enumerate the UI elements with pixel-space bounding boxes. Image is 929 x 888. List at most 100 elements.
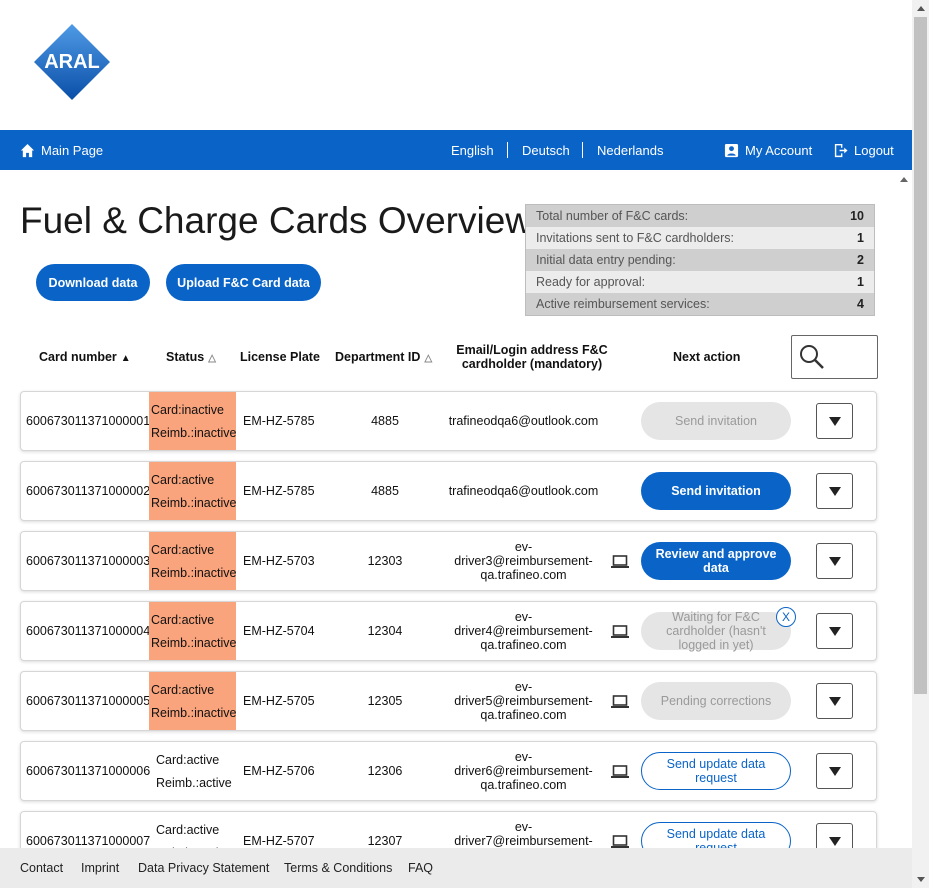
card-status: Card:active (151, 542, 215, 557)
search-input[interactable] (791, 335, 878, 379)
footer-link-contact[interactable]: Contact (20, 861, 63, 875)
department-id: 4885 (371, 414, 399, 428)
card-number: 600673011371000006 (26, 764, 151, 778)
download-data-button[interactable]: Download data (36, 264, 150, 301)
card-number: 600673011371000002 (26, 484, 151, 498)
chevron-down-icon (828, 696, 841, 706)
next-action-button[interactable]: Send invitation (641, 402, 791, 440)
reimbursement-status: Reimb.:inactive (151, 705, 237, 720)
my-account-link[interactable]: My Account (724, 130, 812, 170)
card-status: Card:active (156, 822, 220, 837)
card-status: Card:active (156, 752, 220, 767)
stat-row: Invitations sent to F&C cardholders: 1 (526, 227, 874, 249)
language-nederlands[interactable]: Nederlands (597, 130, 664, 170)
row-expand-button[interactable] (816, 753, 853, 789)
stat-label: Invitations sent to F&C cardholders: (536, 231, 735, 245)
home-icon (20, 143, 35, 157)
main-page-link[interactable]: Main Page (20, 130, 103, 170)
scrollbar-thumb[interactable] (914, 17, 927, 694)
email-address: trafineodqa6@outlook.com (448, 484, 599, 498)
close-icon[interactable]: X (776, 607, 796, 627)
search-icon (800, 345, 824, 369)
next-action-button[interactable]: Send invitation (641, 472, 791, 510)
upload-card-data-button[interactable]: Upload F&C Card data (166, 264, 321, 301)
table-row: 600673011371000005 Card:active Reimb.:inac… (20, 671, 877, 731)
card-status: Card:active (151, 612, 215, 627)
header-next-action: Next action (673, 350, 741, 364)
email-address: ev-driver6@reimbursement-qa.trafineo.com (454, 750, 593, 792)
card-number: 600673011371000004 (26, 624, 151, 638)
footer-link-terms[interactable]: Terms & Conditions (284, 861, 392, 875)
content-scroll-up-arrow[interactable] (896, 172, 912, 186)
status-cell: Card:active Reimb.:inactive (149, 532, 236, 590)
table-row: 600673011371000003 Card:active Reimb.:inac… (20, 531, 877, 591)
email-address: trafineodqa6@outlook.com (448, 414, 599, 428)
card-status: Card:active (151, 472, 215, 487)
scrollbar-up-arrow[interactable] (912, 0, 929, 17)
next-action-button[interactable]: Pending corrections (641, 682, 791, 720)
stat-label: Active reimbursement services: (536, 297, 710, 311)
stat-label: Total number of F&C cards: (536, 209, 689, 223)
next-action-button[interactable]: Review and approve data (641, 542, 791, 580)
stat-value: 1 (857, 275, 864, 289)
sort-inactive-icon: △ (424, 353, 433, 364)
footer-link-imprint[interactable]: Imprint (81, 861, 119, 875)
license-plate: EM-HZ-5703 (243, 554, 315, 568)
department-id: 12305 (367, 694, 403, 708)
chevron-down-icon (828, 556, 841, 566)
table-row: 600673011371000002 Card:active Reimb.:inac… (20, 461, 877, 521)
card-number: 600673011371000005 (26, 694, 151, 708)
row-expand-button[interactable] (816, 683, 853, 719)
account-icon (724, 143, 739, 157)
stat-value: 1 (857, 231, 864, 245)
status-cell: Card:active Reimb.:inactive (149, 672, 236, 730)
stats-summary: Total number of F&C cards: 10 Invitations… (525, 204, 875, 316)
status-cell: Card:active Reimb.:inactive (149, 602, 236, 660)
nav-separator (507, 142, 508, 158)
footer-link-faq[interactable]: FAQ (408, 861, 433, 875)
language-deutsch[interactable]: Deutsch (522, 130, 570, 170)
header-status-label: Status (166, 350, 205, 364)
logout-icon (834, 143, 848, 157)
department-id: 4885 (371, 484, 399, 498)
row-expand-button[interactable] (816, 543, 853, 579)
logout-link[interactable]: Logout (833, 130, 894, 170)
top-navigation: Main Page English Deutsch Nederlands My … (0, 130, 912, 170)
header-status[interactable]: Status △ (166, 350, 216, 364)
language-english[interactable]: English (451, 130, 494, 170)
sort-ascending-icon: ▲ (120, 353, 131, 364)
header-card-number[interactable]: Card number ▲ (39, 350, 131, 364)
stat-value: 10 (850, 209, 864, 223)
table-row: 600673011371000004 Card:active Reimb.:inac… (20, 601, 877, 661)
stat-label: Initial data entry pending: (536, 253, 676, 267)
footer: Contact Imprint Data Privacy Statement T… (0, 848, 912, 888)
page-title: Fuel & Charge Cards Overview (20, 200, 525, 241)
row-expand-button[interactable] (816, 613, 853, 649)
chevron-down-icon (828, 416, 841, 426)
scrollbar-down-arrow[interactable] (912, 871, 929, 888)
department-id: 12303 (367, 554, 403, 568)
laptop-icon (611, 765, 629, 778)
aral-logo[interactable]: ARAL (33, 23, 111, 101)
chevron-down-icon (828, 766, 841, 776)
footer-link-privacy[interactable]: Data Privacy Statement (138, 861, 269, 875)
status-cell: Card:active Reimb.:active (149, 742, 236, 800)
main-page-label: Main Page (41, 142, 104, 158)
laptop-icon (611, 835, 629, 848)
row-expand-button[interactable] (816, 403, 853, 439)
next-action-button[interactable]: Waiting for F&C cardholder (hasn't logge… (641, 610, 791, 652)
reimbursement-status: Reimb.:inactive (151, 425, 237, 440)
status-cell: Card:active Reimb.:inactive (149, 462, 236, 520)
my-account-label: My Account (745, 142, 813, 158)
chevron-down-icon (828, 486, 841, 496)
card-number: 600673011371000003 (26, 554, 151, 568)
header-department-id[interactable]: Department ID △ (335, 350, 432, 364)
card-number: 600673011371000001 (26, 414, 151, 428)
department-id: 12306 (367, 764, 403, 778)
row-expand-button[interactable] (816, 473, 853, 509)
header-card-number-label: Card number (39, 350, 117, 364)
next-action-button[interactable]: Send update data request (641, 752, 791, 790)
stat-row: Active reimbursement services: 4 (526, 293, 874, 315)
reimbursement-status: Reimb.:inactive (151, 495, 237, 510)
table-row: 600673011371000001 Card:inactive Reimb.:in… (20, 391, 877, 451)
